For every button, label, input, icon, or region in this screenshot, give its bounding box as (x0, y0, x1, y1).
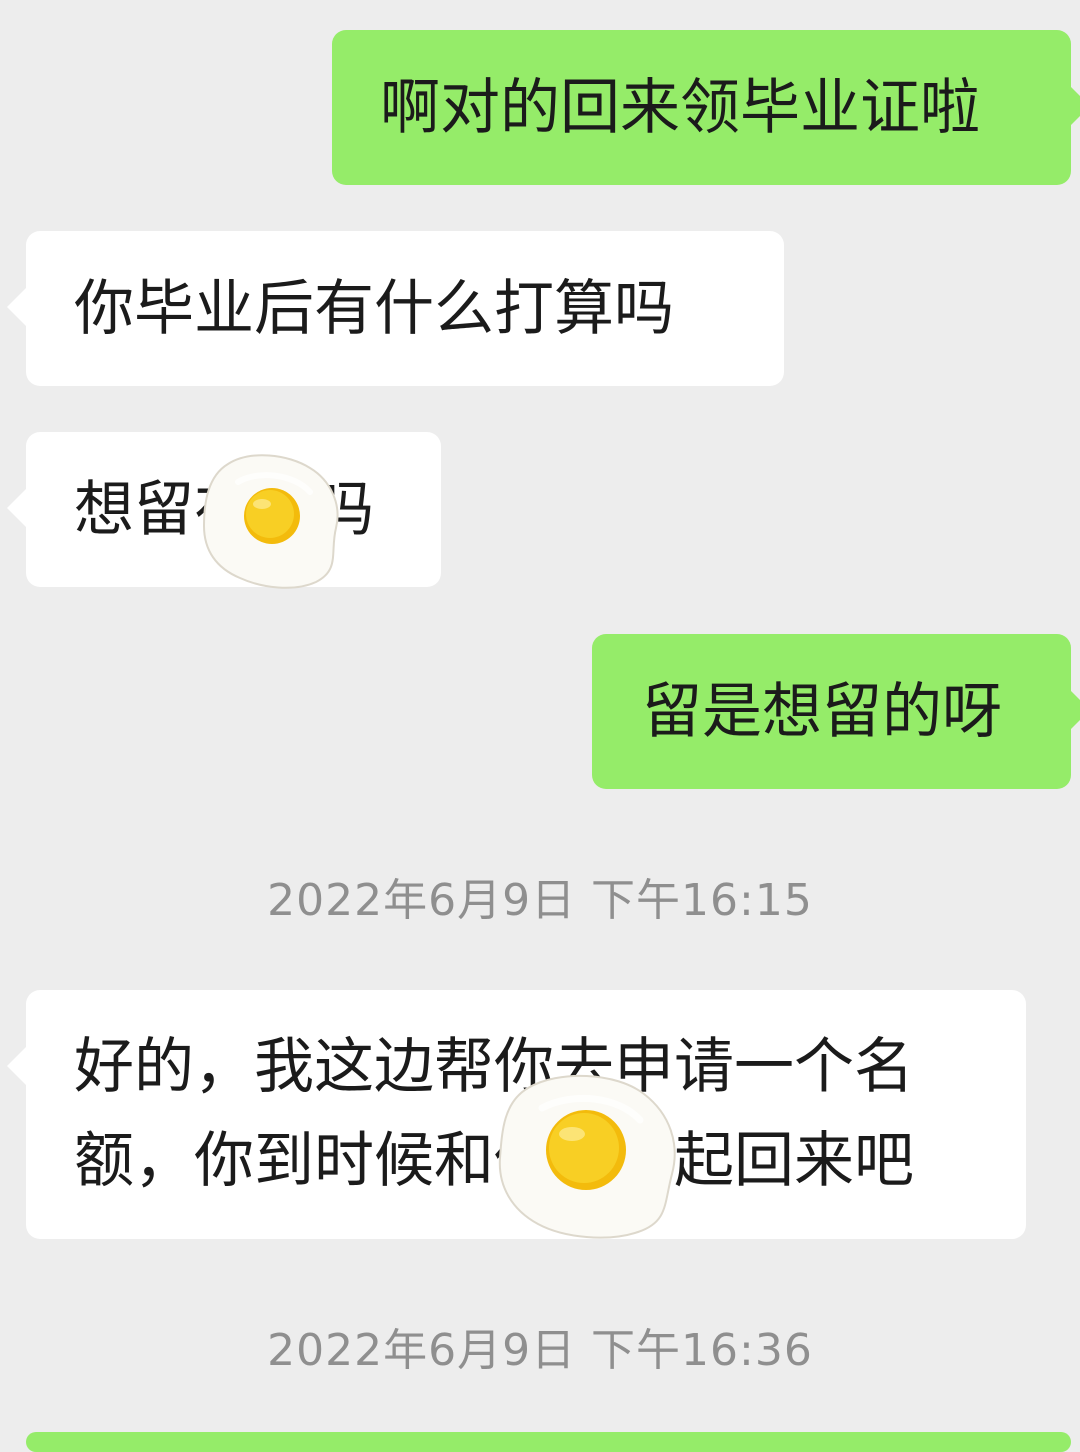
outgoing-message-bubble[interactable]: 留是想留的呀 (592, 634, 1080, 789)
message-text: 留是想留的呀 (642, 676, 1002, 747)
message-text: 你毕业后有什么打算吗 (74, 273, 674, 344)
outgoing-message-bubble-partial[interactable] (26, 1432, 1071, 1452)
incoming-message-bubble[interactable]: 你毕业后有什么打算吗 (7, 231, 784, 386)
outgoing-message-bubble[interactable]: 啊对的回来领毕业证啦 (332, 30, 1080, 185)
timestamp: 2022年6月9日 下午16:15 (267, 875, 813, 926)
timestamp: 2022年6月9日 下午16:36 (267, 1325, 813, 1376)
fried-egg-icon (498, 1074, 676, 1239)
fried-egg-icon (202, 454, 339, 589)
message-text: 啊对的回来领毕业证啦 (380, 72, 980, 143)
